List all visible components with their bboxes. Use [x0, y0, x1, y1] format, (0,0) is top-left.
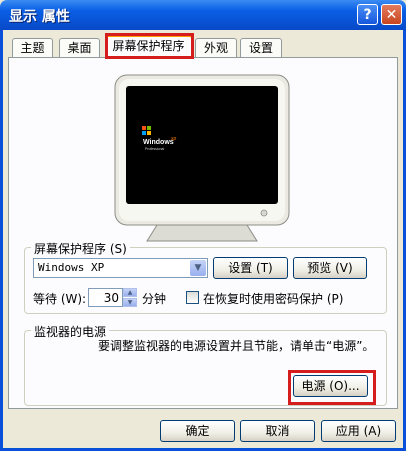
spin-up-icon[interactable]: ▲	[123, 288, 137, 297]
monitor-preview: Windows xp Professional	[114, 74, 290, 242]
cancel-button[interactable]: 取消	[240, 420, 315, 442]
wait-spinner[interactable]: ▲ ▼	[123, 288, 137, 307]
tab-appearance[interactable]: 外观	[195, 38, 237, 57]
spin-down-icon[interactable]: ▼	[123, 298, 137, 307]
tab-settings[interactable]: 设置	[240, 38, 282, 57]
tab-screensaver[interactable]: 屏幕保护程序	[105, 35, 192, 58]
preview-button[interactable]: 预览 (V)	[293, 257, 367, 279]
tab-desktop[interactable]: 桌面	[59, 38, 100, 57]
power-description: 要调整监视器的电源设置并且节能，请单击“电源”。	[98, 339, 375, 353]
wait-minutes-input[interactable]: 30	[88, 288, 123, 307]
window-title: 显示 属性	[9, 9, 70, 25]
power-button[interactable]: 电源 (O)...	[293, 375, 368, 397]
password-checkbox-label[interactable]: 在恢复时使用密码保护 (P)	[203, 290, 343, 307]
ok-button[interactable]: 确定	[160, 420, 235, 442]
window-frame-left	[0, 30, 3, 451]
password-checkbox[interactable]	[186, 291, 199, 304]
wait-unit-label: 分钟	[142, 292, 167, 306]
screensaver-select[interactable]: Windows XP ▼	[33, 258, 208, 278]
screensaver-select-value: Windows XP	[38, 261, 105, 274]
chevron-down-icon[interactable]: ▼	[190, 260, 206, 276]
wait-label: 等待 (W):	[33, 292, 87, 306]
settings-button[interactable]: 设置 (T)	[213, 257, 288, 279]
help-button[interactable]: ?	[357, 4, 378, 25]
windows-logo-text: Windows	[143, 139, 174, 146]
wait-minutes-value: 30	[103, 291, 119, 305]
windows-logo-suffix: xp	[170, 136, 177, 142]
screensaver-group-label: 屏幕保护程序 (S)	[31, 240, 130, 257]
tab-themes[interactable]: 主题	[12, 38, 53, 57]
title-bar[interactable]: 显示 属性 ? ✕	[0, 0, 406, 30]
windows-logo-subtitle: Professional	[145, 147, 164, 151]
apply-button[interactable]: 应用 (A)	[321, 420, 396, 442]
close-button[interactable]: ✕	[381, 4, 402, 25]
